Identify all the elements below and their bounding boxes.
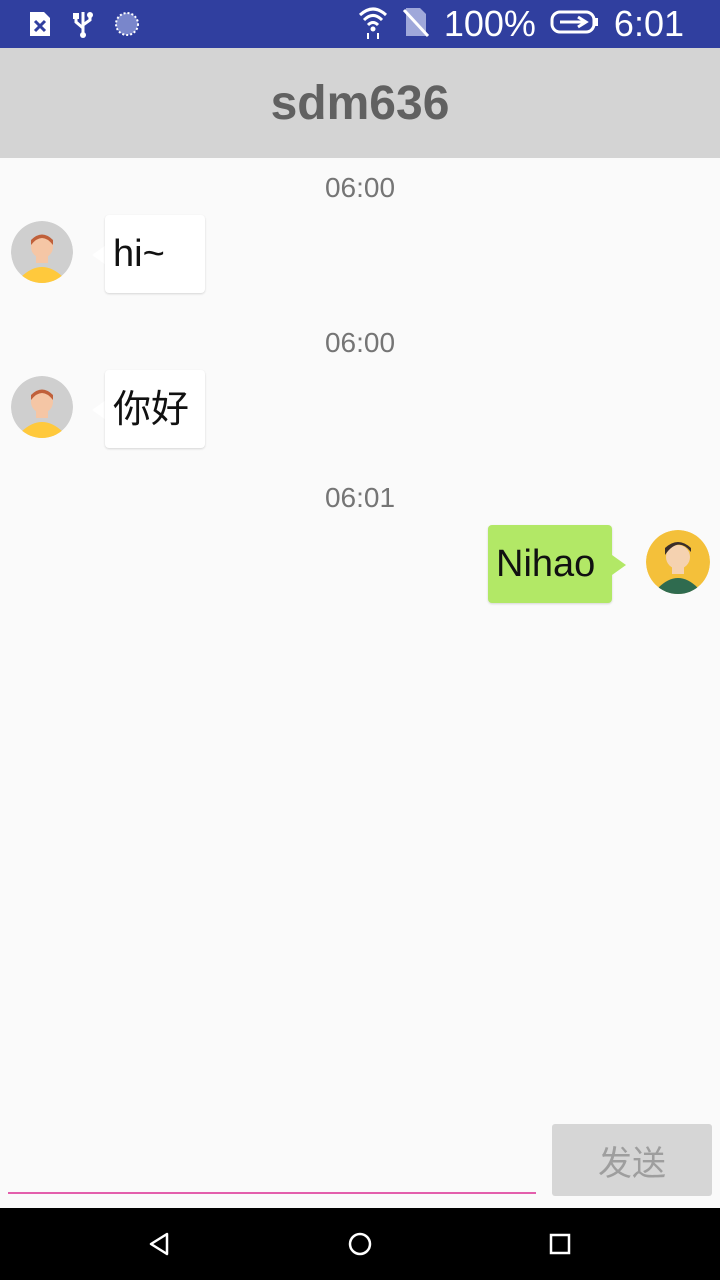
message-input[interactable] <box>8 1140 536 1190</box>
message-bubble[interactable]: Nihao <box>488 525 612 603</box>
bubble-tail <box>612 555 626 575</box>
message-bubble[interactable]: hi~ <box>105 215 205 293</box>
back-icon[interactable] <box>140 1224 180 1264</box>
navigation-bar <box>0 1208 720 1280</box>
recents-icon[interactable] <box>540 1224 580 1264</box>
battery-percent: 100% <box>443 3 536 44</box>
message-timestamp: 06:00 <box>324 172 396 203</box>
no-sim-icon <box>402 6 430 42</box>
battery-charging-icon <box>550 9 600 39</box>
message-timestamp: 06:00 <box>324 327 396 358</box>
clock: 6:01 <box>613 3 684 44</box>
input-underline <box>8 1192 536 1194</box>
wifi-icon <box>358 5 388 43</box>
usb-icon <box>72 10 94 42</box>
chat-messages[interactable]: 06:00 hi~ 06:00 你好 06:01 Nihao <box>0 158 720 1108</box>
message-timestamp: 06:01 <box>324 482 396 513</box>
message-bubble[interactable]: 你好 <box>105 370 205 448</box>
my-avatar[interactable] <box>646 530 710 594</box>
sim-error-icon <box>28 10 52 42</box>
page-title: sdm636 <box>270 76 450 130</box>
bubble-tail <box>92 245 106 265</box>
bubble-tail <box>92 400 106 420</box>
send-button[interactable]: 发送 <box>552 1124 712 1196</box>
contact-avatar[interactable] <box>11 221 73 283</box>
app-bar: sdm636 <box>0 48 720 158</box>
contact-avatar[interactable] <box>11 376 73 438</box>
status-bar: 100% 6:01 <box>0 0 720 48</box>
sync-icon <box>114 11 140 41</box>
home-icon[interactable] <box>340 1224 380 1264</box>
